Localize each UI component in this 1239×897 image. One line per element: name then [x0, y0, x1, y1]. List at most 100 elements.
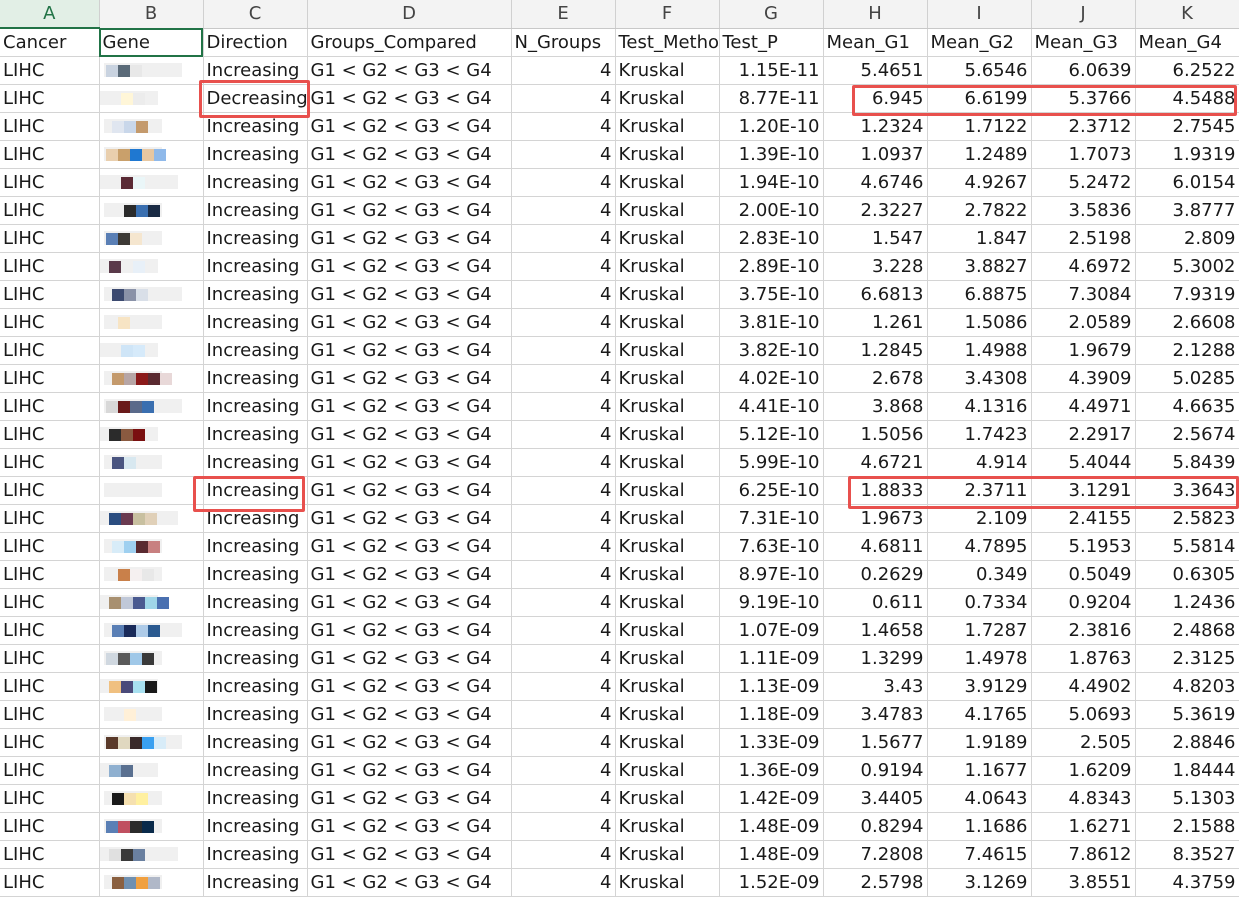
cell-mean-g1[interactable]: 2.3227	[823, 196, 928, 225]
cell-direction[interactable]: Increasing	[203, 560, 308, 589]
cell-gene[interactable]	[99, 308, 204, 337]
cell-test-method[interactable]: Kruskal	[615, 672, 720, 701]
column-header-k[interactable]: K	[1135, 0, 1239, 29]
cell-direction[interactable]: Increasing	[203, 56, 308, 85]
cell-mean-g3[interactable]: 5.2472	[1031, 168, 1136, 197]
cell-direction[interactable]: Increasing	[203, 392, 308, 421]
cell-direction[interactable]: Increasing	[203, 532, 308, 561]
cell-direction[interactable]: Increasing	[203, 644, 308, 673]
cell-mean-g2[interactable]: 3.1269	[927, 868, 1032, 897]
cell-direction[interactable]: Increasing	[203, 336, 308, 365]
cell-mean-g3[interactable]: 2.0589	[1031, 308, 1136, 337]
cell-gene[interactable]	[99, 364, 204, 393]
cell-groups-compared[interactable]: G1 < G2 < G3 < G4	[307, 784, 512, 813]
cell-test-method[interactable]: Kruskal	[615, 644, 720, 673]
cell-test-method[interactable]: Kruskal	[615, 532, 720, 561]
cell-test-method[interactable]: Kruskal	[615, 280, 720, 309]
cell-mean-g4[interactable]: 3.8777	[1135, 196, 1239, 225]
cell-mean-g1[interactable]: 1.5056	[823, 420, 928, 449]
cell-n-groups[interactable]: 4	[511, 140, 616, 169]
cell-mean-g2[interactable]: 1.5086	[927, 308, 1032, 337]
cell-n-groups[interactable]: 4	[511, 252, 616, 281]
cell-mean-g1[interactable]: 5.4651	[823, 56, 928, 85]
cell-test-method[interactable]: Kruskal	[615, 308, 720, 337]
cell-direction[interactable]: Decreasing	[203, 84, 308, 113]
cell-test-method[interactable]: Kruskal	[615, 336, 720, 365]
cell-cancer[interactable]: LIHC	[0, 532, 100, 561]
cell-mean-g1[interactable]: 1.4658	[823, 616, 928, 645]
cell-gene[interactable]	[99, 728, 204, 757]
cell-groups-compared[interactable]: G1 < G2 < G3 < G4	[307, 476, 512, 505]
column-header-b[interactable]: B	[99, 0, 204, 29]
cell-n-groups[interactable]: 4	[511, 532, 616, 561]
cell-test-p[interactable]: 8.77E-11	[719, 84, 824, 113]
cell-mean-g3[interactable]: 1.9679	[1031, 336, 1136, 365]
cell-mean-g3[interactable]: 1.6209	[1031, 756, 1136, 785]
cell-mean-g1[interactable]: 0.2629	[823, 560, 928, 589]
cell-mean-g3[interactable]: 2.5198	[1031, 224, 1136, 253]
header-cell-test-method[interactable]: Test_Method	[615, 28, 720, 57]
cell-mean-g3[interactable]: 2.2917	[1031, 420, 1136, 449]
cell-direction[interactable]: Increasing	[203, 700, 308, 729]
cell-mean-g1[interactable]: 3.228	[823, 252, 928, 281]
cell-test-method[interactable]: Kruskal	[615, 616, 720, 645]
cell-n-groups[interactable]: 4	[511, 392, 616, 421]
cell-test-method[interactable]: Kruskal	[615, 728, 720, 757]
cell-cancer[interactable]: LIHC	[0, 308, 100, 337]
cell-test-method[interactable]: Kruskal	[615, 756, 720, 785]
cell-mean-g1[interactable]: 0.9194	[823, 756, 928, 785]
cell-gene[interactable]	[99, 420, 204, 449]
cell-mean-g4[interactable]: 8.3527	[1135, 840, 1239, 869]
cell-mean-g4[interactable]: 4.3759	[1135, 868, 1239, 897]
cell-mean-g4[interactable]: 2.7545	[1135, 112, 1239, 141]
cell-mean-g1[interactable]: 3.43	[823, 672, 928, 701]
cell-mean-g4[interactable]: 4.6635	[1135, 392, 1239, 421]
cell-direction[interactable]: Increasing	[203, 616, 308, 645]
cell-mean-g2[interactable]: 0.7334	[927, 588, 1032, 617]
cell-mean-g1[interactable]: 2.5798	[823, 868, 928, 897]
cell-cancer[interactable]: LIHC	[0, 252, 100, 281]
cell-mean-g2[interactable]: 1.847	[927, 224, 1032, 253]
cell-mean-g4[interactable]: 1.8444	[1135, 756, 1239, 785]
cell-test-p[interactable]: 1.11E-09	[719, 644, 824, 673]
cell-gene[interactable]	[99, 812, 204, 841]
cell-mean-g3[interactable]: 5.0693	[1031, 700, 1136, 729]
cell-mean-g1[interactable]: 1.261	[823, 308, 928, 337]
column-header-e[interactable]: E	[511, 0, 616, 29]
cell-gene[interactable]	[99, 672, 204, 701]
cell-gene[interactable]	[99, 476, 204, 505]
cell-mean-g2[interactable]: 1.1677	[927, 756, 1032, 785]
column-header-j[interactable]: J	[1031, 0, 1136, 29]
cell-groups-compared[interactable]: G1 < G2 < G3 < G4	[307, 140, 512, 169]
cell-mean-g2[interactable]: 3.4308	[927, 364, 1032, 393]
header-cell-test-p[interactable]: Test_P	[719, 28, 824, 57]
header-cell-mean-g1[interactable]: Mean_G1	[823, 28, 928, 57]
cell-mean-g4[interactable]: 0.6305	[1135, 560, 1239, 589]
cell-cancer[interactable]: LIHC	[0, 336, 100, 365]
cell-mean-g3[interactable]: 0.9204	[1031, 588, 1136, 617]
cell-n-groups[interactable]: 4	[511, 560, 616, 589]
cell-mean-g3[interactable]: 3.1291	[1031, 476, 1136, 505]
cell-gene[interactable]	[99, 112, 204, 141]
column-header-a[interactable]: A	[0, 0, 100, 29]
cell-n-groups[interactable]: 4	[511, 644, 616, 673]
cell-test-method[interactable]: Kruskal	[615, 840, 720, 869]
cell-cancer[interactable]: LIHC	[0, 364, 100, 393]
cell-n-groups[interactable]: 4	[511, 868, 616, 897]
cell-groups-compared[interactable]: G1 < G2 < G3 < G4	[307, 392, 512, 421]
cell-n-groups[interactable]: 4	[511, 364, 616, 393]
cell-n-groups[interactable]: 4	[511, 476, 616, 505]
cell-mean-g4[interactable]: 2.809	[1135, 224, 1239, 253]
cell-mean-g1[interactable]: 4.6721	[823, 448, 928, 477]
cell-mean-g3[interactable]: 5.3766	[1031, 84, 1136, 113]
cell-mean-g4[interactable]: 5.3619	[1135, 700, 1239, 729]
cell-mean-g2[interactable]: 1.4988	[927, 336, 1032, 365]
cell-gene[interactable]	[99, 168, 204, 197]
cell-gene[interactable]	[99, 784, 204, 813]
cell-mean-g2[interactable]: 4.9267	[927, 168, 1032, 197]
cell-n-groups[interactable]: 4	[511, 112, 616, 141]
cell-n-groups[interactable]: 4	[511, 700, 616, 729]
cell-mean-g2[interactable]: 6.8875	[927, 280, 1032, 309]
cell-n-groups[interactable]: 4	[511, 588, 616, 617]
cell-mean-g3[interactable]: 4.6972	[1031, 252, 1136, 281]
